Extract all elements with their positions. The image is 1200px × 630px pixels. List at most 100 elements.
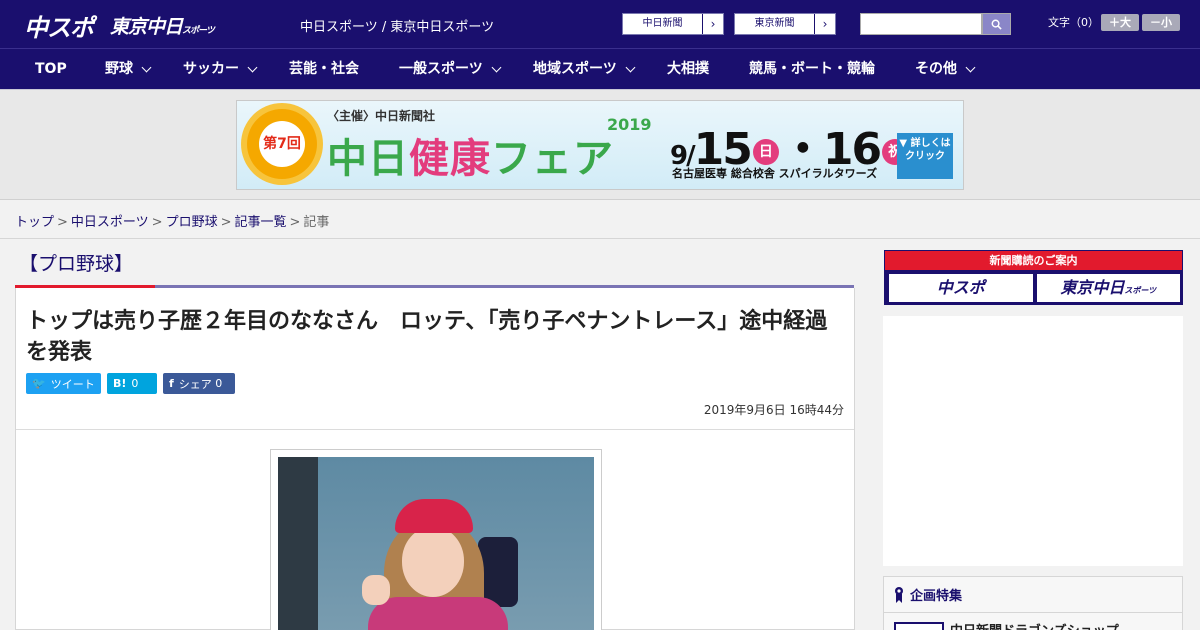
nav-item-label: その他 (915, 61, 957, 77)
nav-item-racing[interactable]: 競馬・ボート・競輪 (749, 49, 875, 90)
tokyo-chunichi-logo-small: スポーツ (182, 26, 215, 36)
banner-day1-badge: 日 (752, 139, 779, 165)
banner-title-c: フェア (491, 136, 614, 182)
subscription-box: 新聞購読のご案内 中スポ 東京中日スポーツ (884, 250, 1183, 305)
nav-item-sumo[interactable]: 大相撲 (667, 49, 709, 90)
top-header: 中スポ 東京中日スポーツ 中日スポーツ / 東京中日スポーツ 中日新聞 › 東京… (0, 0, 1200, 48)
breadcrumb-chunichi-sports[interactable]: 中日スポーツ (71, 215, 149, 230)
article-divider (16, 429, 854, 430)
sidebar-ad-slot (883, 316, 1183, 566)
chevron-down-icon (965, 62, 976, 73)
nav-item-entertainment[interactable]: 芸能・社会 (289, 49, 359, 90)
chevron-down-icon (247, 62, 258, 73)
photo-bag (478, 537, 518, 607)
banner-venue: 名古屋医専 総合校舎 スパイラルタワーズ (672, 167, 878, 180)
article-photo (278, 457, 594, 630)
health-fair-banner[interactable]: 第7回 〈主催〉中日新聞社 中日健康フェア 2019 9/15 日・16 祝 名古屋… (236, 100, 964, 190)
nav-item-label: サッカー (183, 61, 239, 77)
banner-area: 第7回 〈主催〉中日新聞社 中日健康フェア 2019 9/15 日・16 祝 名古屋… (0, 90, 1200, 200)
photo-body (368, 597, 508, 630)
subscribe-tokyo-label: 東京中日 (1060, 278, 1125, 297)
article-category: 【プロ野球】 (19, 253, 134, 275)
facebook-share-count: 0 (215, 377, 223, 390)
twitter-icon: 🐦 (32, 377, 46, 390)
tokyo-chunichi-logo[interactable]: 東京中日スポーツ (110, 12, 215, 39)
photo-cap (395, 499, 473, 533)
font-smaller-button[interactable]: －小 (1142, 14, 1180, 31)
chevron-down-icon (625, 62, 636, 73)
nav-item-label: 競馬・ボート・競輪 (749, 61, 875, 77)
nav-item-baseball[interactable]: 野球 (105, 49, 152, 90)
tweet-button[interactable]: 🐦 ツイート (26, 373, 101, 394)
breadcrumb-separator: > (289, 215, 301, 230)
breadcrumb: トップ > 中日スポーツ > プロ野球 > 記事一覧 > 記事 (15, 211, 329, 230)
nav-item-general-sports[interactable]: 一般スポーツ (399, 49, 502, 90)
ribbon-icon (895, 586, 903, 603)
chunichi-shimbun-button[interactable]: 中日新聞 › (622, 13, 724, 35)
chunichi-shimbun-label: 中日新聞 (623, 14, 703, 34)
search-button[interactable] (982, 13, 1011, 35)
published-date: 2019年9月6日 16時44分 (703, 403, 844, 417)
feature-title: 企画特集 (910, 589, 963, 604)
nav-item-label: 芸能・社会 (289, 61, 359, 77)
subscription-title: 新聞購読のご案内 (885, 251, 1182, 270)
facebook-icon: f (169, 377, 174, 390)
main-nav: TOP 野球 サッカー 芸能・社会 一般スポーツ 地域スポーツ 大相撲 競馬・ボ… (0, 48, 1200, 90)
hatena-count: 0 (131, 377, 139, 390)
chevron-down-icon (491, 62, 502, 73)
site-names: 中日スポーツ / 東京中日スポーツ (300, 20, 495, 35)
chuspo-logo[interactable]: 中スポ (24, 8, 94, 43)
chevron-right-icon: › (822, 17, 828, 31)
nav-item-label: 地域スポーツ (533, 61, 617, 77)
breadcrumb-separator: > (151, 215, 163, 230)
nav-item-top[interactable]: TOP (35, 49, 67, 90)
banner-title-a: 中日 (327, 136, 409, 182)
feature-item[interactable]: 中日新聞ドラゴンズショップ (950, 620, 1119, 630)
tokyo-shimbun-button[interactable]: 東京新聞 › (734, 13, 836, 35)
feature-box: 企画特集 中日新聞ドラゴンズショップ (883, 576, 1183, 630)
font-size-label: 文字（0） (1048, 16, 1099, 29)
hatena-icon: B! (113, 377, 127, 390)
tweet-label: ツイート (50, 377, 95, 391)
photo-face (402, 527, 464, 597)
search-icon (991, 19, 1002, 30)
tokyo-chunichi-logo-text: 東京中日 (110, 16, 183, 38)
nav-item-soccer[interactable]: サッカー (183, 49, 258, 90)
search-input[interactable] (860, 13, 982, 35)
hatena-bookmark-button[interactable]: B! 0 (107, 373, 157, 394)
subscribe-tokyo-chunichi-button[interactable]: 東京中日スポーツ (1036, 274, 1180, 302)
breadcrumb-article-list[interactable]: 記事一覧 (235, 215, 287, 230)
nav-item-label: 大相撲 (667, 61, 709, 77)
breadcrumb-current: 記事 (303, 215, 330, 230)
article-panel: トップは売り子歴２年目のななさん ロッテ、「売り子ペナントレース」途中経過を発表… (15, 288, 855, 630)
feature-header: 企画特集 (894, 585, 962, 604)
breadcrumb-pro-baseball[interactable]: プロ野球 (166, 215, 218, 230)
breadcrumb-divider (0, 238, 1200, 239)
article-headline: トップは売り子歴２年目のななさん ロッテ、「売り子ペナントレース」途中経過を発表 (26, 309, 828, 365)
photo-shadow (278, 457, 318, 630)
flower-badge: 第7回 (247, 109, 317, 179)
subscribe-chuspo-button[interactable]: 中スポ (889, 274, 1033, 302)
nav-item-label: 野球 (105, 61, 133, 77)
banner-detail-button[interactable]: ▼ 詳しくは クリック (897, 133, 953, 179)
subscription-buttons: 中スポ 東京中日スポーツ (889, 274, 1180, 302)
font-larger-button[interactable]: ＋大 (1101, 14, 1139, 31)
facebook-share-label: シェア (178, 377, 212, 391)
breadcrumb-separator: > (57, 215, 68, 230)
chevron-down-icon (141, 62, 152, 73)
banner-year: 2019 (607, 115, 652, 134)
breadcrumb-top[interactable]: トップ (15, 215, 54, 230)
flower-badge-text: 第7回 (259, 121, 305, 167)
nav-item-label: TOP (35, 61, 67, 77)
nav-item-local-sports[interactable]: 地域スポーツ (533, 49, 636, 90)
chevron-right-icon: › (710, 17, 716, 31)
nav-item-label: 一般スポーツ (399, 61, 483, 77)
banner-title-b: 健康 (409, 136, 491, 182)
feature-thumbnail[interactable] (894, 622, 944, 630)
tokyo-shimbun-label: 東京新聞 (735, 14, 815, 34)
photo-fist (362, 575, 390, 605)
feature-divider (884, 612, 1182, 613)
nav-item-others[interactable]: その他 (915, 49, 976, 90)
article-photo-frame[interactable] (270, 449, 602, 630)
facebook-share-button[interactable]: f シェア 0 (163, 373, 235, 394)
